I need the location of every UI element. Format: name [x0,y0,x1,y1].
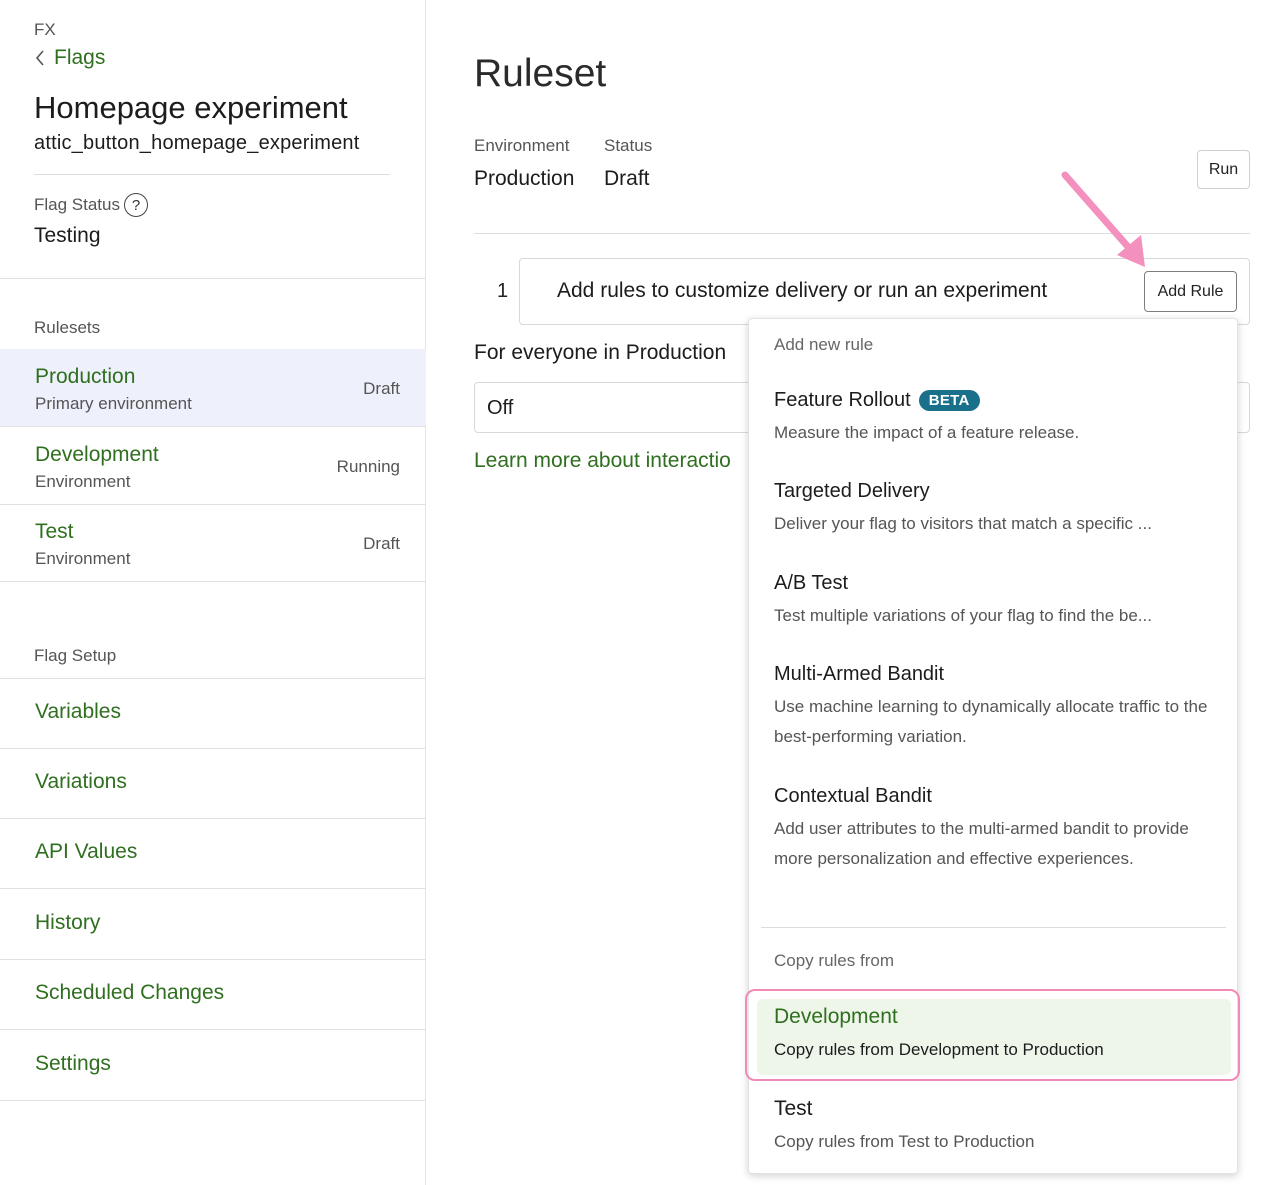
copy-option-title: Development [774,1005,898,1028]
flag-name: Homepage experiment [34,90,348,125]
app-label: FX [34,20,56,39]
env-name: Production [35,365,136,388]
back-to-flags-link[interactable]: Flags [34,46,105,70]
rule-option-title: Multi-Armed Bandit [774,663,945,685]
setup-item-api-values[interactable]: API Values [0,819,426,889]
env-status: Running [336,457,400,476]
env-row-test[interactable]: Test Environment Draft [0,504,426,582]
copy-rules-header: Copy rules from [774,951,894,970]
rule-prompt: Add rules to customize delivery or run a… [557,279,1048,302]
divider [0,278,426,279]
sidebar: FX Flags Homepage experiment attic_butto… [0,0,426,1185]
env-subtitle: Primary environment [35,394,192,413]
rule-option-title: Targeted Delivery [774,480,930,502]
setup-item-variables[interactable]: Variables [0,679,426,749]
setup-item-label: Settings [35,1052,111,1075]
rule-option-contextual-bandit[interactable]: Contextual Bandit Add user attributes to… [774,785,1224,874]
setup-item-label: Variables [35,700,121,723]
add-new-rule-header: Add new rule [774,335,874,354]
environment-value: Production [474,167,575,190]
chevron-left-icon [35,50,44,66]
flag-status-value: Testing [34,224,101,247]
add-rule-dropdown: Add new rule Feature Rollout BETA Measur… [748,318,1238,1174]
copy-option-title: Test [774,1097,813,1120]
env-name: Test [35,520,74,543]
environment-label: Environment [474,136,570,155]
add-rule-button[interactable]: Add Rule [1144,271,1237,312]
page-title: Ruleset [474,52,607,95]
copy-option-test[interactable]: Test Copy rules from Test to Production [774,1097,1224,1157]
env-status: Draft [363,379,400,398]
env-row-production[interactable]: Production Primary environment Draft [0,349,426,427]
learn-more-link[interactable]: Learn more about interactio [474,449,731,473]
rule-option-multi-armed-bandit[interactable]: Multi-Armed Bandit Use machine learning … [774,663,1224,752]
status-value: Draft [604,167,650,190]
env-subtitle: Environment [35,549,131,568]
divider [34,174,390,175]
setup-item-history[interactable]: History [0,890,426,960]
flag-status-label-text: Flag Status [34,195,120,214]
copy-option-development[interactable]: Development Copy rules from Development … [774,1005,1224,1065]
copy-option-desc: Copy rules from Test to Production [774,1132,1035,1151]
run-button[interactable]: Run [1197,150,1250,189]
rule-option-ab-test[interactable]: A/B Test Test multiple variations of you… [774,572,1224,631]
copy-option-desc: Copy rules from Development to Productio… [774,1040,1104,1059]
help-icon[interactable]: ? [124,193,148,217]
beta-badge: BETA [918,390,980,411]
rule-option-title: Contextual Bandit [774,785,932,807]
rule-option-targeted-delivery[interactable]: Targeted Delivery Deliver your flag to v… [774,480,1224,539]
setup-item-variations[interactable]: Variations [0,749,426,819]
env-name: Development [35,443,159,466]
rulesets-label: Rulesets [34,318,101,337]
rule-option-feature-rollout[interactable]: Feature Rollout BETA Measure the impact … [774,389,1224,448]
rule-option-desc: Add user attributes to the multi-armed b… [774,819,1189,868]
setup-item-label: History [35,911,101,934]
rule-number: 1 [497,280,509,302]
divider [474,233,1250,234]
env-row-development[interactable]: Development Environment Running [0,427,426,505]
flag-setup-label: Flag Setup [34,646,117,665]
add-rules-box: Add rules to customize delivery or run a… [519,258,1250,325]
setup-item-settings[interactable]: Settings [0,1031,426,1101]
rule-option-desc: Use machine learning to dynamically allo… [774,697,1208,746]
setup-item-label: Variations [35,770,127,793]
rule-option-desc: Test multiple variations of your flag to… [774,606,1152,625]
default-delivery-value: Off [487,397,514,419]
env-subtitle: Environment [35,472,131,491]
divider [761,927,1226,928]
rule-option-desc: Deliver your flag to visitors that match… [774,514,1152,533]
flag-key: attic_button_homepage_experiment [34,132,360,154]
flag-status-label: Flag Status ? [34,193,148,217]
back-link-label: Flags [54,46,106,69]
setup-item-label: Scheduled Changes [35,981,225,1004]
rule-option-title: Feature Rollout [774,389,911,411]
env-status: Draft [363,534,400,553]
rule-option-title: A/B Test [774,572,849,594]
setup-item-scheduled-changes[interactable]: Scheduled Changes [0,960,426,1030]
status-label: Status [604,136,653,155]
setup-item-label: API Values [35,840,138,863]
everyone-label: For everyone in Production [474,341,727,364]
rule-option-desc: Measure the impact of a feature release. [774,423,1080,442]
